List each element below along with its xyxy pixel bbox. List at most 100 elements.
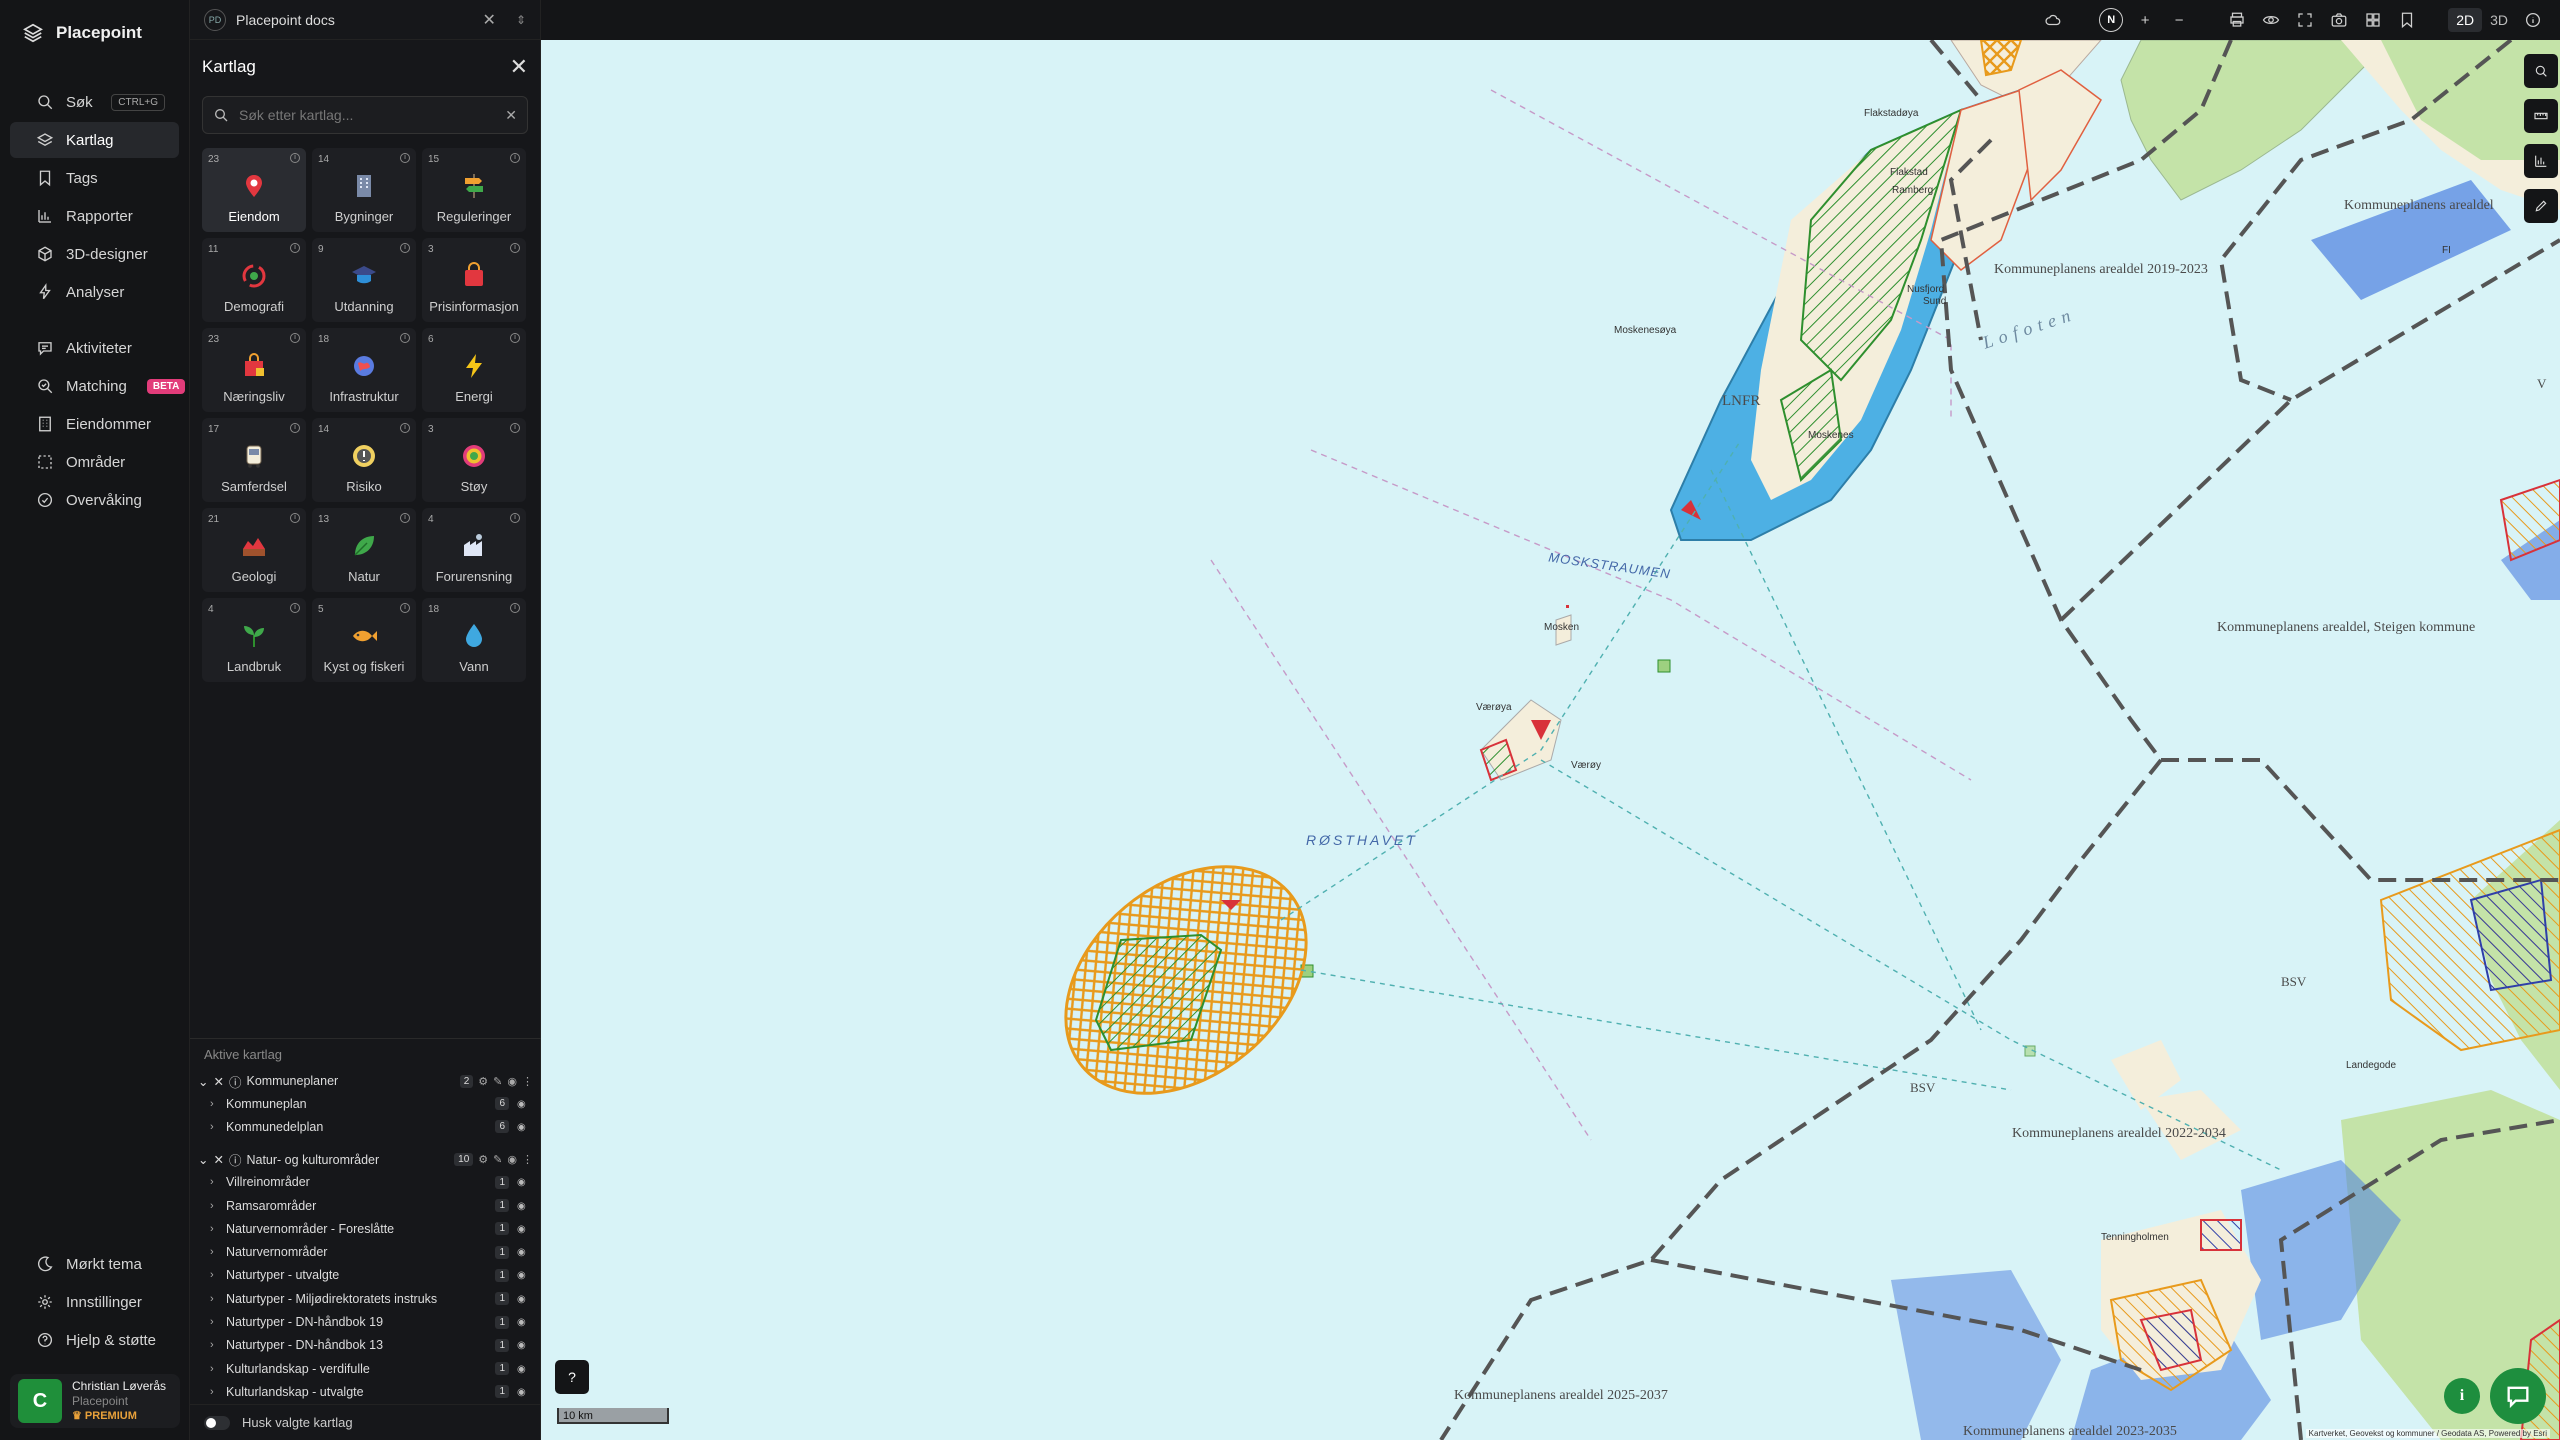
nav-item-rapporter[interactable]: Rapporter	[10, 198, 179, 234]
chevron-right-icon[interactable]: ›	[210, 1269, 218, 1281]
category-tile-utdanning[interactable]: 9 i Utdanning	[312, 238, 416, 322]
nav-item-aktiviteter[interactable]: Aktiviteter	[10, 330, 179, 366]
basemap-button[interactable]	[2356, 3, 2390, 37]
nav-item-matching[interactable]: Matching BETA	[10, 368, 186, 404]
edit-icon[interactable]: ✎	[493, 1153, 502, 1166]
bookmark-button[interactable]	[2390, 3, 2424, 37]
category-tile-bygninger[interactable]: 14 i Bygninger	[312, 148, 416, 232]
fullscreen-button[interactable]	[2288, 3, 2322, 37]
info-button[interactable]	[2516, 3, 2550, 37]
info-icon[interactable]: i	[510, 513, 520, 523]
map-tool-button[interactable]	[2524, 54, 2558, 88]
chart-tool-button[interactable]	[2524, 144, 2558, 178]
chevron-right-icon[interactable]: ›	[210, 1293, 218, 1305]
nav-item-3d-designer[interactable]: 3D-designer	[10, 236, 179, 272]
map-help-button[interactable]: ?	[555, 1360, 589, 1394]
user-card[interactable]: C Christian Løverås Placepoint ♛ PREMIUM	[10, 1374, 180, 1428]
info-icon[interactable]: i	[400, 513, 410, 523]
info-icon[interactable]: i	[400, 243, 410, 253]
eye-icon[interactable]: ◉	[517, 1270, 531, 1281]
info-icon[interactable]: i	[510, 603, 520, 613]
edit-icon[interactable]: ✎	[493, 1075, 502, 1088]
nav-item-tags[interactable]: Tags	[10, 160, 179, 196]
chevron-right-icon[interactable]: ›	[210, 1316, 218, 1328]
eye-icon[interactable]: ◉	[507, 1075, 517, 1088]
chevron-right-icon[interactable]: ›	[210, 1121, 218, 1133]
brand[interactable]: Placepoint	[0, 0, 189, 66]
nav-item-kartlag[interactable]: Kartlag	[10, 122, 179, 158]
eye-icon[interactable]: ◉	[517, 1317, 531, 1328]
eye-icon[interactable]: ◉	[517, 1201, 531, 1212]
nav-item-analyser[interactable]: Analyser	[10, 274, 179, 310]
layer-row[interactable]: › Naturtyper - DN-håndbok 13 1 ◉	[190, 1334, 541, 1357]
eye-icon[interactable]: ◉	[507, 1153, 517, 1166]
remove-group-icon[interactable]: ✕	[213, 1152, 223, 1167]
layer-row[interactable]: › Naturvernområder 1 ◉	[190, 1240, 541, 1263]
eye-icon[interactable]: ◉	[517, 1122, 531, 1133]
category-tile-landbruk[interactable]: 4 i Landbruk	[202, 598, 306, 682]
mode-2d-button[interactable]: 2D	[2448, 8, 2483, 32]
category-tile-eiendom[interactable]: 23 i Eiendom	[202, 148, 306, 232]
chevron-right-icon[interactable]: ›	[210, 1386, 218, 1398]
chevron-right-icon[interactable]: ›	[210, 1200, 218, 1212]
layer-row[interactable]: › Naturtyper - DN-håndbok 19 1 ◉	[190, 1310, 541, 1333]
chevron-right-icon[interactable]: ›	[210, 1176, 218, 1188]
cloud-layers-button[interactable]	[2036, 3, 2070, 37]
eye-icon[interactable]: ◉	[517, 1247, 531, 1258]
info-icon[interactable]: i	[290, 243, 300, 253]
filter-icon[interactable]: ⚙	[478, 1153, 488, 1166]
category-tile-kyst-og-fiskeri[interactable]: 5 i Kyst og fiskeri	[312, 598, 416, 682]
eye-icon[interactable]: ◉	[517, 1224, 531, 1235]
category-tile-geologi[interactable]: 21 i Geologi	[202, 508, 306, 592]
info-icon[interactable]: i	[400, 423, 410, 433]
nav-item-overvaking[interactable]: Overvåking	[10, 482, 179, 518]
chevron-updown-icon[interactable]: ⇕	[516, 13, 526, 27]
remember-layers[interactable]: Husk valgte kartlag	[190, 1404, 541, 1440]
category-tile-prisinformasjon[interactable]: 3 i Prisinformasjon	[422, 238, 526, 322]
map-canvas[interactable]: Flakstadøya Flakstad Ramberg Nusfjord Su…	[541, 40, 2560, 1440]
chevron-down-icon[interactable]: ⌄	[198, 1152, 208, 1167]
info-icon[interactable]: i	[290, 603, 300, 613]
info-icon[interactable]: i	[290, 423, 300, 433]
filter-icon[interactable]: ⚙	[478, 1075, 488, 1088]
category-tile-støy[interactable]: 3 i Støy	[422, 418, 526, 502]
map-info-button[interactable]: i	[2444, 1378, 2480, 1414]
mode-3d-button[interactable]: 3D	[2482, 8, 2516, 32]
eye-icon[interactable]: ◉	[517, 1340, 531, 1351]
layer-row[interactable]: › Kulturlandskap - verdifulle 1 ◉	[190, 1357, 541, 1380]
support-chat-button[interactable]	[2490, 1368, 2546, 1424]
layer-row[interactable]: › Kommuneplan 6 ◉	[190, 1092, 541, 1115]
eye-icon[interactable]: ◉	[517, 1294, 531, 1305]
nav-item-settings[interactable]: Innstillinger	[10, 1284, 179, 1320]
info-icon[interactable]: i	[510, 243, 520, 253]
category-tile-vann[interactable]: 18 i Vann	[422, 598, 526, 682]
layer-row[interactable]: › Kulturlandskap - utvalgte 1 ◉	[190, 1380, 541, 1403]
draw-tool-button[interactable]	[2524, 189, 2558, 223]
zoom-in-button[interactable]: +	[2128, 3, 2162, 37]
info-icon[interactable]: i	[510, 153, 520, 163]
chevron-right-icon[interactable]: ›	[210, 1223, 218, 1235]
category-tile-risiko[interactable]: 14 i Risiko	[312, 418, 416, 502]
info-icon[interactable]: i	[510, 423, 520, 433]
document-tab[interactable]: PD Placepoint docs ✕ ⇕	[190, 0, 540, 40]
remove-group-icon[interactable]: ✕	[213, 1074, 223, 1089]
category-tile-demografi[interactable]: 11 i Demografi	[202, 238, 306, 322]
layer-row[interactable]: › Naturtyper - utvalgte 1 ◉	[190, 1264, 541, 1287]
info-icon[interactable]: i	[290, 333, 300, 343]
layer-group-kommuneplaner[interactable]: ⌄ ✕ ⓘ Kommuneplaner 2 ⚙ ✎ ◉ ⋮	[190, 1070, 541, 1092]
close-tab-icon[interactable]: ✕	[483, 10, 496, 30]
layer-row[interactable]: › Naturvernområder - Foreslåtte 1 ◉	[190, 1217, 541, 1240]
nav-item-dark-theme[interactable]: Mørkt tema	[10, 1246, 179, 1282]
clear-search-icon[interactable]: ✕	[505, 107, 517, 124]
nav-item-help[interactable]: Hjelp & støtte	[10, 1322, 179, 1358]
info-icon[interactable]: i	[400, 603, 410, 613]
chevron-right-icon[interactable]: ›	[210, 1246, 218, 1258]
close-panel-icon[interactable]: ✕	[510, 54, 528, 80]
eye-icon[interactable]: ◉	[517, 1099, 531, 1110]
more-icon[interactable]: ⋮	[522, 1075, 533, 1088]
layer-row[interactable]: › Naturtyper - Miljødirektoratets instruk…	[190, 1287, 541, 1310]
nav-item-eiendommer[interactable]: Eiendommer	[10, 406, 179, 442]
category-tile-reguleringer[interactable]: 15 i Reguleringer	[422, 148, 526, 232]
more-icon[interactable]: ⋮	[522, 1153, 533, 1166]
info-icon[interactable]: i	[290, 513, 300, 523]
